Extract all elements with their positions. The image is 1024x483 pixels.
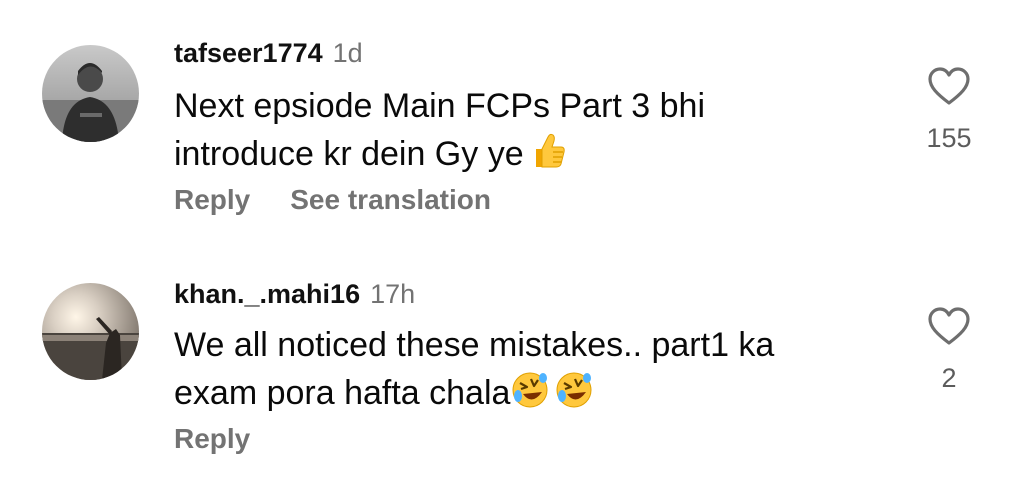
reply-button[interactable]: Reply [174, 423, 250, 454]
avatar[interactable] [42, 283, 139, 380]
comment-text: We all noticed these mistakes.. part1 ka… [174, 321, 894, 417]
like-count: 2 [941, 363, 957, 393]
comment-line-with-emoji: exam pora hafta chala [174, 369, 894, 417]
comment-item: khan._.mahi16 17h We all noticed these mi… [0, 240, 1024, 483]
heart-outline-icon[interactable] [927, 66, 971, 106]
username[interactable]: tafseer1774 [174, 38, 323, 68]
heart-outline-icon[interactable] [927, 306, 971, 346]
avatar[interactable] [42, 45, 139, 142]
comment-actions: Reply See translation [174, 184, 491, 216]
thumbs-up-emoji [528, 131, 568, 171]
comment-meta: khan._.mahi16 17h [174, 279, 415, 310]
like-count: 155 [926, 123, 972, 153]
timestamp: 17h [370, 279, 416, 309]
like-column: 155 [889, 66, 1009, 154]
timestamp: 1d [332, 38, 363, 68]
comment-line: We all noticed these mistakes.. part1 ka [174, 326, 775, 364]
reply-button[interactable]: Reply [174, 184, 250, 215]
comment-line: introduce kr dein Gy ye [174, 135, 524, 173]
comment-item: tafseer1774 1d Next epsiode Main FCPs Par… [0, 0, 1024, 240]
rolling-on-floor-laughing-emoji [554, 370, 594, 410]
comment-line: Next epsiode Main FCPs Part 3 bhi [174, 87, 706, 125]
rolling-on-floor-laughing-emoji [510, 370, 550, 410]
comment-text: Next epsiode Main FCPs Part 3 bhi introd… [174, 82, 894, 178]
comment-meta: tafseer1774 1d [174, 38, 363, 69]
comment-line-with-emoji: introduce kr dein Gy ye [174, 130, 894, 178]
comment-line: exam pora hafta chala [174, 374, 511, 412]
like-column: 2 [889, 306, 1009, 394]
see-translation-button[interactable]: See translation [290, 184, 491, 215]
username[interactable]: khan._.mahi16 [174, 279, 360, 309]
comment-actions: Reply [174, 423, 250, 455]
